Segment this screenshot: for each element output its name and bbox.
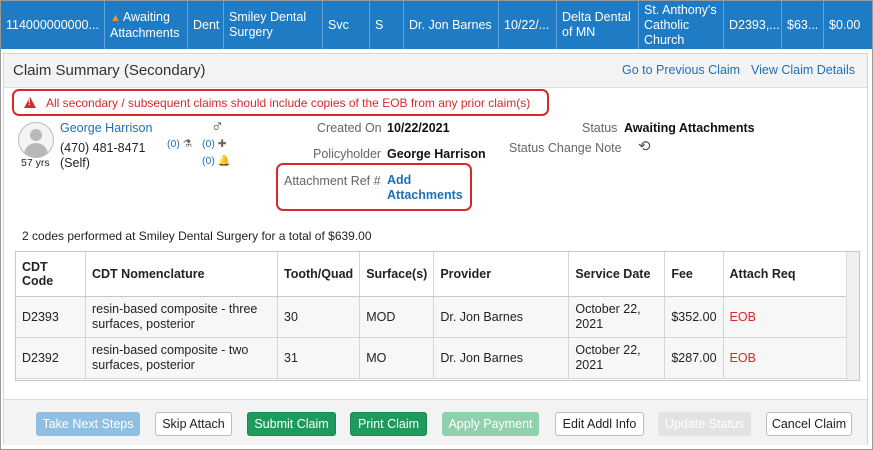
action-bar: Take Next Steps Skip Attach Submit Claim… <box>4 399 867 445</box>
eob-alert: All secondary / subsequent claims should… <box>12 89 549 116</box>
service-date-cell: October 22, 2021 <box>568 337 666 379</box>
service-date-cell: October 22, 2021 <box>568 296 666 338</box>
policyholder-value: George Harrison <box>387 147 486 161</box>
update-status-button[interactable]: Update Status <box>658 412 751 436</box>
type-cell: Dent <box>188 1 224 49</box>
col-provider: Provider <box>433 252 570 297</box>
gender-male-icon: ♂ <box>211 117 224 136</box>
status-change-note-label: Status Change Note <box>509 141 622 155</box>
alert-text: All secondary / subsequent claims should… <box>46 95 531 110</box>
balance-cell: $0.00 <box>829 17 861 32</box>
facility-cell: St. Anthony's Catholic Church <box>639 1 724 49</box>
nomenclature-cell: resin-based composite - three surfaces, … <box>85 296 278 338</box>
status-cell: ▲ Awaiting Attachments <box>105 1 188 49</box>
claim-list-row[interactable]: 114000000000... ▲ Awaiting Attachments De… <box>1 1 872 49</box>
created-on-value: 10/22/2021 <box>387 121 450 135</box>
previous-claim-link[interactable]: Go to Previous Claim <box>622 63 740 77</box>
table-header-row: CDT Code CDT Nomenclature Tooth/Quad Sur… <box>16 252 847 297</box>
payer-cell: Delta Dental of MN <box>557 1 639 49</box>
warning-icon: ▲ <box>110 11 121 24</box>
claim-number-cell: 114000000000... <box>1 1 105 49</box>
skip-attach-button[interactable]: Skip Attach <box>155 412 232 436</box>
medical-cross-icon: ✚ <box>217 138 227 150</box>
col-cdt-code: CDT Code <box>16 252 86 297</box>
edit-addl-info-button[interactable]: Edit Addl Info <box>555 412 644 436</box>
table-scrollbar[interactable] <box>846 252 859 380</box>
col-nomenclature: CDT Nomenclature <box>85 252 278 297</box>
patient-phone: (470) 481-8471 <box>60 141 146 155</box>
svc-cell: Svc <box>323 1 370 49</box>
alert-count[interactable]: (0) 🔔 <box>202 154 231 167</box>
view-claim-details-link[interactable]: View Claim Details <box>751 63 855 77</box>
medical-count[interactable]: (0) ✚ <box>202 138 227 150</box>
cdt-code-cell: D2393 <box>16 296 86 338</box>
policyholder-label: Policyholder <box>313 147 382 161</box>
attachment-highlight-box <box>276 163 472 211</box>
claim-summary-panel: Claim Summary (Secondary) Go to Previous… <box>3 53 868 445</box>
status-value: Awaiting Attachments <box>624 121 755 135</box>
tooth-cell: 30 <box>277 296 361 338</box>
alert-icon <box>24 97 36 108</box>
codes-summary: 2 codes performed at Smiley Dental Surge… <box>22 229 372 243</box>
table-row: D2392 resin-based composite - two surfac… <box>16 337 847 379</box>
cdt-code-cell: D2392 <box>16 337 86 379</box>
nomenclature-cell: resin-based composite - two surfaces, po… <box>85 337 278 379</box>
patient-avatar <box>18 122 54 158</box>
col-service-date: Service Date <box>568 252 666 297</box>
s-cell: S <box>370 1 404 49</box>
submit-claim-button[interactable]: Submit Claim <box>247 412 336 436</box>
apply-payment-button[interactable]: Apply Payment <box>442 412 539 436</box>
created-on-label: Created On <box>317 121 382 135</box>
procedure-table: CDT Code CDT Nomenclature Tooth/Quad Sur… <box>15 251 860 381</box>
fee-cell: $352.00 <box>664 296 724 338</box>
surface-cell: MO <box>359 337 435 379</box>
cancel-claim-button[interactable]: Cancel Claim <box>766 412 852 436</box>
col-surfaces: Surface(s) <box>359 252 435 297</box>
surface-cell: MOD <box>359 296 435 338</box>
status-label: Status <box>582 121 618 135</box>
lab-count[interactable]: (0) ⚗ <box>167 138 192 150</box>
print-claim-button[interactable]: Print Claim <box>350 412 427 436</box>
provider-cell: Dr. Jon Barnes <box>404 1 499 49</box>
panel-title: Claim Summary (Secondary) <box>13 62 206 79</box>
provider-cell: Dr. Jon Barnes <box>433 337 570 379</box>
date-cell: 10/22/... <box>499 1 557 49</box>
bell-icon: 🔔 <box>217 155 231 167</box>
col-fee: Fee <box>664 252 724 297</box>
patient-age: 57 yrs <box>21 157 50 169</box>
patient-name-link[interactable]: George Harrison <box>60 121 152 135</box>
tooth-cell: 31 <box>277 337 361 379</box>
col-attach-req: Attach Req <box>723 252 847 297</box>
patient-relation: (Self) <box>60 156 90 170</box>
amount-cell: $63... <box>782 1 824 49</box>
attach-req-cell: EOB <box>723 337 847 379</box>
attach-req-cell: EOB <box>723 296 847 338</box>
medical-count-value: (0) <box>202 138 215 150</box>
alert-count-value: (0) <box>202 155 215 167</box>
table-row: D2393 resin-based composite - three surf… <box>16 296 847 338</box>
col-tooth-quad: Tooth/Quad <box>277 252 361 297</box>
fee-cell: $287.00 <box>664 337 724 379</box>
take-next-steps-button[interactable]: Take Next Steps <box>36 412 140 436</box>
flask-icon: ⚗ <box>182 138 193 150</box>
codes-cell: D2393,... <box>724 1 782 49</box>
panel-header: Claim Summary (Secondary) Go to Previous… <box>4 54 867 88</box>
history-icon[interactable]: ⟲ <box>638 137 651 155</box>
lab-count-value: (0) <box>167 138 180 150</box>
office-cell: Smiley Dental Surgery <box>224 1 323 49</box>
provider-cell: Dr. Jon Barnes <box>433 296 570 338</box>
